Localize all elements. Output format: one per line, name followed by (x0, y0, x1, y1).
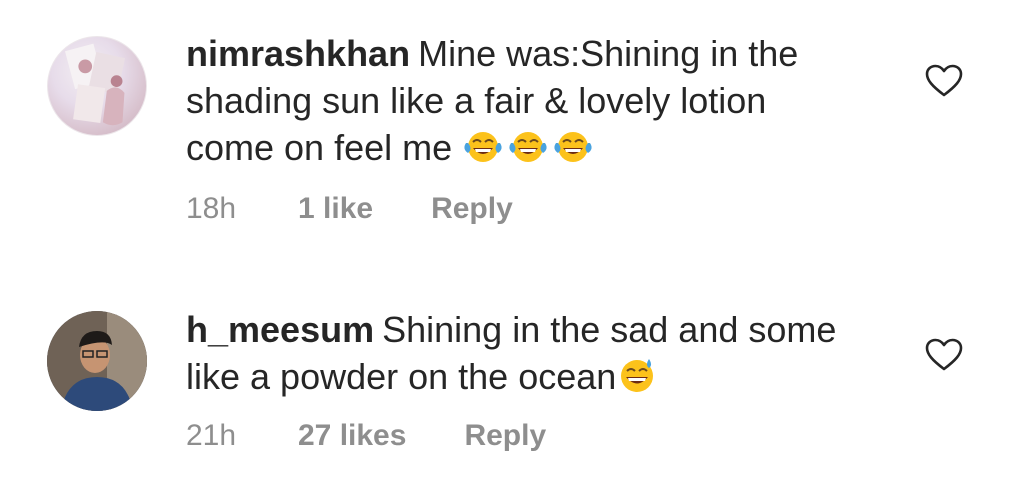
tears-of-joy-emoji-icon (554, 132, 592, 162)
comment-username[interactable]: nimrashkhan (186, 33, 410, 74)
comment-body: nimrashkhan Mine was:Shining in the shadi… (186, 30, 886, 171)
comment-meta: 21h 27 likes Reply (186, 419, 546, 453)
comment-likes-count[interactable]: 1 like (298, 192, 373, 226)
comment-timestamp: 18h (186, 192, 237, 225)
heart-outline-icon[interactable] (925, 338, 963, 372)
avatar[interactable] (47, 311, 147, 411)
comment-item: h_meesum Shining in the sad and some like… (0, 300, 1024, 481)
comment-timestamp: 21h (186, 419, 237, 452)
comment-text-line: come on feel me (186, 127, 453, 168)
comment-meta: 18h 1 like Reply (186, 192, 513, 226)
comment-likes-count[interactable]: 27 likes (298, 419, 406, 453)
comment-text-line: Shining in the sad and some (382, 309, 837, 350)
comment-username[interactable]: h_meesum (186, 309, 374, 350)
reply-button[interactable]: Reply (431, 192, 513, 226)
comment-text-line: Mine was:Shining in the (418, 33, 799, 74)
comment-body: h_meesum Shining in the sad and some like… (186, 306, 886, 400)
tears-of-joy-emoji-icon (464, 132, 502, 162)
comment-item: nimrashkhan Mine was:Shining in the shadi… (0, 0, 1024, 250)
comment-text-line: shading sun like a fair & lovely lotion (186, 80, 767, 121)
tears-of-joy-emoji-icon (509, 132, 547, 162)
heart-outline-icon[interactable] (925, 64, 963, 98)
grinning-sweat-emoji-icon (621, 359, 654, 392)
comment-text-line: like a powder on the ocean (186, 356, 617, 397)
avatar-image (64, 43, 126, 126)
avatar[interactable] (47, 36, 147, 136)
reply-button[interactable]: Reply (464, 419, 546, 453)
avatar-image (47, 311, 147, 411)
